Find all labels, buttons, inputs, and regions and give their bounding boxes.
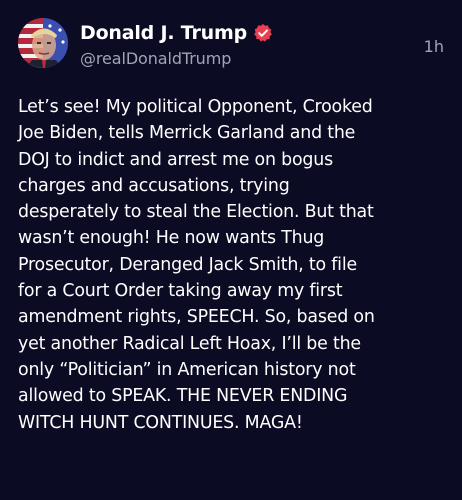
post-text-line: yet another Radical Left Hoax, I’ll be t… — [18, 333, 361, 354]
post-text-line: DOJ to indict and arrest me on bogus — [18, 149, 333, 170]
avatar-image — [18, 18, 68, 68]
post-text-line: charges and accusations, trying — [18, 175, 290, 196]
post-text-line: for a Court Order taking away my first — [18, 281, 343, 302]
post-text-line: Joe Biden, tells Merrick Garland and the — [18, 123, 356, 144]
verified-badge-icon — [253, 23, 273, 43]
post-text-line: wasn’t enough! He now wants Thug — [18, 228, 325, 249]
post-timestamp[interactable]: 1h — [424, 36, 444, 58]
author-handle[interactable]: @realDonaldTrump — [80, 48, 231, 70]
post-text-line: allowed to SPEAK. THE NEVER ENDING — [18, 386, 348, 407]
post-text-line: only “Politician” in American history no… — [18, 359, 356, 380]
post-text-line: desperately to steal the Election. But t… — [18, 202, 374, 223]
avatar[interactable] — [18, 18, 68, 68]
post-body-text: Let’s see! My political Opponent, Crooke… — [18, 94, 450, 436]
post-text-line: amendment rights, SPEECH. So, based on — [18, 307, 375, 328]
post-text-line: Let’s see! My political Opponent, Crooke… — [18, 97, 373, 117]
post-text-line: Prosecutor, Deranged Jack Smith, to file — [18, 254, 357, 275]
post-card: Donald J. Trump @realDonaldTrump 1h Let’… — [0, 0, 462, 500]
author-display-name[interactable]: Donald J. Trump — [80, 21, 247, 45]
post-text-line: WITCH HUNT CONTINUES. MAGA! — [18, 412, 303, 433]
author-name-row: Donald J. Trump — [80, 21, 273, 45]
